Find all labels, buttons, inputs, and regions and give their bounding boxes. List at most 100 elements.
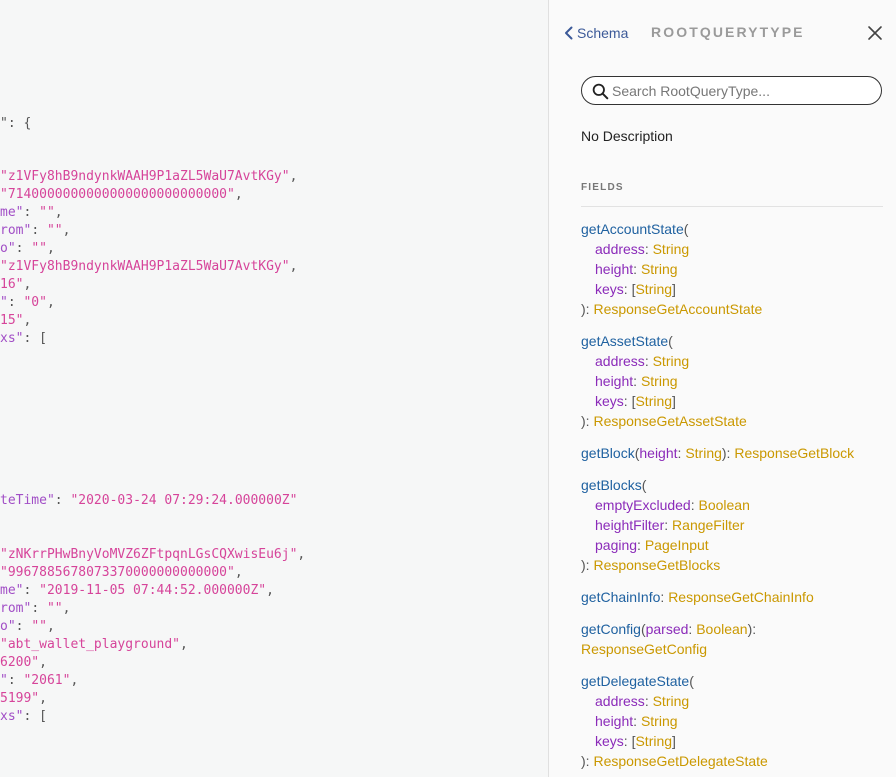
result-line: ": "2061", [0, 672, 78, 690]
field-name-link[interactable]: getBlock [581, 445, 635, 461]
field-signature-line: getAccountState( [581, 219, 891, 239]
field-arg-line: keys: [String] [581, 391, 891, 411]
json-string: "zNKrrPHwBnyVoMVZ6ZFtpqnLGsCQXwisEu6j" [0, 547, 298, 562]
field-arg-line: address: String [581, 351, 891, 371]
type-name-link[interactable]: RangeFilter [672, 517, 744, 533]
field-name-link[interactable]: getBlocks [581, 477, 642, 493]
type-name-link[interactable]: String [641, 713, 678, 729]
punctuation: : [ [623, 733, 636, 749]
result-line: "z1VFy8hB9ndynkWAAH9P1aZL5WaU7AvtKGy", [0, 258, 297, 276]
field-name-link[interactable]: getDelegateState [581, 673, 689, 689]
field-item: getDelegateState(address: String height: … [581, 671, 891, 771]
field-arg-line: emptyExcluded: Boolean [581, 495, 891, 515]
json-punctuation: : [7, 673, 24, 688]
json-string: "9967885678073370000000000000" [0, 565, 235, 580]
field-signature-line: ): ResponseGetAccountState [581, 299, 891, 319]
field-signature-line: getAssetState( [581, 331, 891, 351]
type-name-link[interactable]: ResponseGetBlock [734, 445, 854, 461]
punctuation: ] [672, 393, 676, 409]
result-line: ": "0", [0, 294, 55, 312]
arg-name: heightFilter [595, 517, 665, 533]
type-name-link[interactable]: ResponseGetChainInfo [668, 589, 814, 605]
search-box[interactable] [581, 76, 882, 105]
type-name-link[interactable]: String [685, 445, 722, 461]
type-name-link[interactable]: String [641, 373, 678, 389]
field-name-link[interactable]: getChainInfo [581, 589, 660, 605]
type-name-link[interactable]: String [653, 241, 690, 257]
back-to-schema-link[interactable]: Schema [563, 23, 628, 43]
field-arg-line: height: String [581, 371, 891, 391]
type-name-link[interactable]: ResponseGetAccountState [593, 301, 762, 317]
json-punctuation: , [46, 241, 55, 256]
type-name-link[interactable]: String [635, 281, 672, 297]
arg-name: height [595, 261, 634, 277]
json-punctuation: , [289, 259, 298, 274]
json-punctuation: : [31, 601, 47, 616]
punctuation: : [664, 517, 673, 533]
json-punctuation: : [ [23, 331, 47, 346]
json-punctuation: : [23, 205, 40, 220]
type-name-link[interactable]: String [635, 733, 672, 749]
field-signature-line: ): ResponseGetDelegateState [581, 751, 891, 771]
punctuation: ): [747, 621, 757, 637]
type-name-link[interactable]: ResponseGetAssetState [593, 413, 746, 429]
json-punctuation: , [46, 295, 55, 310]
field-arg-line: heightFilter: RangeFilter [581, 515, 891, 535]
punctuation: ] [672, 733, 676, 749]
json-punctuation: , [39, 691, 47, 706]
json-string: "z1VFy8hB9ndynkWAAH9P1aZL5WaU7AvtKGy" [0, 259, 290, 274]
punctuation: : [633, 261, 641, 277]
json-string: "" [39, 205, 55, 220]
doc-title: ROOTQUERYTYPE [651, 24, 805, 40]
search-input[interactable] [612, 80, 872, 101]
close-icon[interactable] [867, 25, 883, 41]
result-line: "abt_wallet_playground", [0, 636, 188, 654]
type-name-link[interactable]: Boolean [699, 497, 750, 513]
json-key: o" [0, 619, 16, 634]
field-name-link[interactable]: getConfig [581, 621, 641, 637]
field-arg-line: paging: PageInput [581, 535, 891, 555]
result-line: rom": "", [0, 600, 70, 618]
type-name-link[interactable]: String [641, 261, 678, 277]
type-name-link[interactable]: String [653, 693, 690, 709]
json-punctuation: , [180, 637, 188, 652]
type-name-link[interactable]: String [635, 393, 672, 409]
field-name-link[interactable]: getAccountState [581, 221, 684, 237]
punctuation: : [690, 497, 699, 513]
type-name-link[interactable]: PageInput [645, 537, 709, 553]
field-signature-line: ): ResponseGetBlocks [581, 555, 891, 575]
result-line: "zNKrrPHwBnyVoMVZ6ZFtpqnLGsCQXwisEu6j", [0, 546, 305, 564]
result-pane[interactable]: ": {"z1VFy8hB9ndynkWAAH9P1aZL5WaU7AvtKGy… [0, 0, 548, 777]
arg-name: keys [595, 733, 624, 749]
type-name-link[interactable]: ResponseGetDelegateState [593, 753, 767, 769]
json-punctuation: : [31, 223, 47, 238]
field-signature-line: getChainInfo: ResponseGetChainInfo [581, 587, 891, 607]
json-punctuation: , [39, 655, 47, 670]
chevron-left-icon [565, 26, 573, 40]
json-punctuation: , [23, 313, 32, 328]
field-arg-line: keys: [String] [581, 279, 891, 299]
json-punctuation: , [62, 601, 71, 616]
type-name-link[interactable]: Boolean [696, 621, 747, 637]
type-name-link[interactable]: String [653, 353, 690, 369]
type-name-link[interactable]: ResponseGetBlocks [593, 557, 720, 573]
punctuation: ( [683, 221, 689, 237]
arg-name: keys [595, 393, 624, 409]
field-item: getChainInfo: ResponseGetChainInfo [581, 587, 891, 607]
result-line: 6200", [0, 654, 47, 672]
punctuation: : [ [623, 393, 636, 409]
result-line: "9967885678073370000000000000", [0, 564, 243, 582]
result-line: xs": [ [0, 708, 47, 726]
json-punctuation: , [297, 547, 306, 562]
field-item: getBlocks(emptyExcluded: Boolean heightFi… [581, 475, 891, 575]
field-signature-line: getBlocks( [581, 475, 891, 495]
json-string: "z1VFy8hB9ndynkWAAH9P1aZL5WaU7AvtKGy" [0, 169, 290, 184]
field-name-link[interactable]: getAssetState [581, 333, 668, 349]
json-punctuation: : [54, 493, 71, 508]
arg-name: height [595, 713, 634, 729]
field-item: getConfig(parsed: Boolean): ResponseGetCo… [581, 619, 891, 659]
punctuation: ( [641, 477, 647, 493]
arg-name: address [595, 241, 645, 257]
type-name-link[interactable]: ResponseGetConfig [581, 641, 707, 657]
punctuation: ): [581, 753, 594, 769]
